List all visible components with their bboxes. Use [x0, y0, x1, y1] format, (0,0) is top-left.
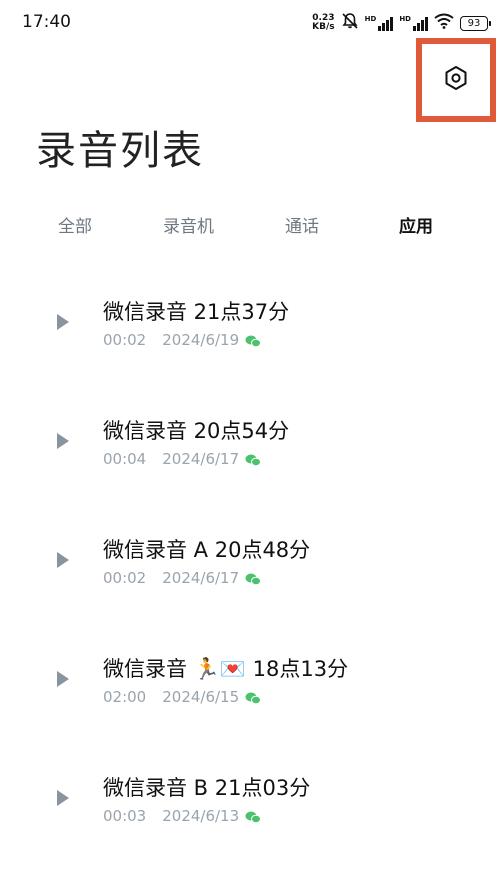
recording-date: 2024/6/15 — [162, 688, 240, 706]
network-speed: 0.23 KB/s — [312, 14, 334, 32]
recording-duration: 00:02 — [103, 569, 147, 587]
tab-all[interactable]: 全部 — [58, 212, 92, 237]
recording-title: 微信录音 20点54分 — [103, 419, 290, 443]
list-item[interactable]: 微信录音 20点54分 00:04 2024/6/17 — [0, 399, 500, 489]
recording-meta: 00:03 2024/6/13 — [103, 807, 262, 825]
settings-button[interactable] — [416, 38, 496, 122]
list-item[interactable]: 微信录音 🏃💌 18点13分 02:00 2024/6/15 — [0, 637, 500, 727]
tab-recorder[interactable]: 录音机 — [163, 212, 214, 237]
filter-tabs: 全部 录音机 通话 应用 — [0, 212, 500, 240]
recording-date: 2024/6/19 — [162, 331, 240, 349]
wifi-icon — [434, 13, 454, 33]
hexagon-settings-icon — [443, 65, 469, 95]
tab-apps[interactable]: 应用 — [399, 212, 433, 237]
recording-title: 微信录音 B 21点03分 — [103, 776, 311, 800]
wechat-icon — [245, 572, 262, 585]
recording-date: 2024/6/13 — [162, 807, 240, 825]
list-item[interactable]: 微信录音 A 20点48分 00:02 2024/6/17 — [0, 518, 500, 608]
battery-icon: 93 — [460, 15, 491, 31]
signal-icon: HD — [399, 15, 428, 31]
recording-duration: 00:03 — [103, 807, 147, 825]
page-title: 录音列表 — [36, 128, 204, 174]
play-icon[interactable] — [56, 551, 70, 569]
play-icon[interactable] — [56, 670, 70, 688]
recording-duration: 00:04 — [103, 450, 147, 468]
play-icon[interactable] — [56, 432, 70, 450]
status-icons: 0.23 KB/s HD HD 93 — [312, 12, 491, 34]
play-icon[interactable] — [56, 789, 70, 807]
list-item[interactable]: 微信录音 21点37分 00:02 2024/6/19 — [0, 280, 500, 370]
tab-calls[interactable]: 通话 — [285, 212, 319, 237]
signal-hd-label: HD — [364, 15, 377, 23]
status-time: 17:40 — [22, 12, 71, 32]
recording-meta: 02:00 2024/6/15 — [103, 688, 262, 706]
recording-date: 2024/6/17 — [162, 569, 240, 587]
mute-bell-icon — [341, 12, 359, 34]
wechat-icon — [245, 810, 262, 823]
wechat-icon — [245, 334, 262, 347]
wechat-icon — [245, 691, 262, 704]
recording-duration: 02:00 — [103, 688, 147, 706]
recording-date: 2024/6/17 — [162, 450, 240, 468]
signal-icon: HD — [365, 15, 394, 31]
recording-meta: 00:02 2024/6/17 — [103, 569, 262, 587]
recording-title: 微信录音 🏃💌 18点13分 — [103, 657, 349, 681]
recording-duration: 00:02 — [103, 331, 147, 349]
signal-hd-label: HD — [399, 15, 411, 23]
list-item[interactable]: 微信录音 B 21点03分 00:03 2024/6/13 — [0, 756, 500, 846]
recording-title: 微信录音 21点37分 — [103, 300, 290, 324]
recording-meta: 00:04 2024/6/17 — [103, 450, 262, 468]
recording-meta: 00:02 2024/6/19 — [103, 331, 262, 349]
network-speed-unit: KB/s — [312, 22, 335, 32]
play-icon[interactable] — [56, 313, 70, 331]
wechat-icon — [245, 453, 262, 466]
recording-title: 微信录音 A 20点48分 — [103, 538, 311, 562]
